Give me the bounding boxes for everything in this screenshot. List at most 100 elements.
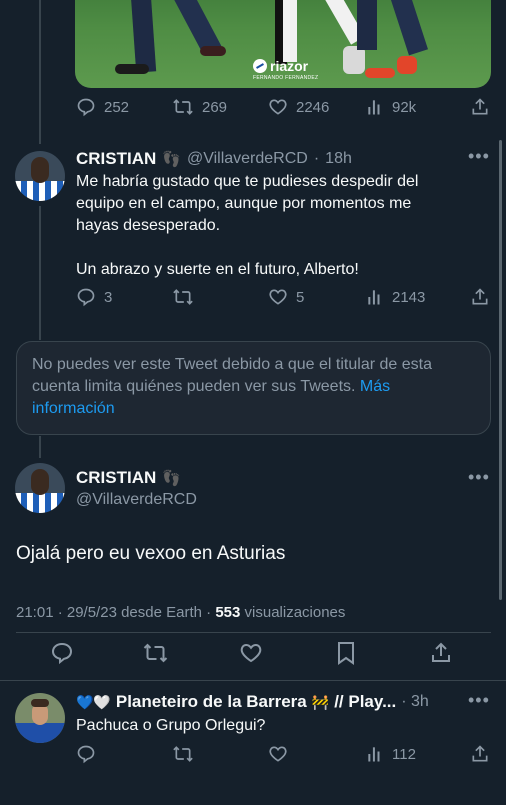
reply-icon xyxy=(76,97,96,117)
author-handle[interactable]: @VillaverdeRCD xyxy=(187,150,308,168)
more-icon[interactable]: ••• xyxy=(468,146,490,167)
author-name[interactable]: Planeteiro de la Barrera xyxy=(116,692,307,712)
thread-line xyxy=(39,0,41,144)
tweet-meta: 21:01 · 29/5/23 desde Earth · 553 visual… xyxy=(16,604,345,621)
like-button[interactable]: 5 xyxy=(268,287,304,307)
views-icon xyxy=(366,97,384,117)
reply2-header: 💙🤍 Planeteiro de la Barrera 🚧 // Play...… xyxy=(76,691,429,713)
avatar[interactable] xyxy=(15,151,65,201)
player-shoe xyxy=(200,46,226,56)
like-count: 2246 xyxy=(296,98,330,116)
like-icon xyxy=(268,744,288,764)
retweet-button[interactable]: 269 xyxy=(172,97,227,117)
views-button[interactable]: 92k xyxy=(366,97,416,117)
main-tweet-text: Ojalá pero eu vexoo en Asturias xyxy=(16,543,286,564)
like-button[interactable] xyxy=(239,641,263,665)
like-button[interactable]: 2246 xyxy=(268,97,329,117)
tweet1-action-bar: 252 269 2246 92k xyxy=(76,97,490,121)
riazor-logo-icon xyxy=(253,59,267,73)
retweet-count: 269 xyxy=(202,98,228,116)
views-count: 553 xyxy=(215,604,241,621)
share-button[interactable] xyxy=(470,287,490,307)
share-button[interactable] xyxy=(429,641,453,665)
player-figure xyxy=(357,0,377,50)
reply-icon xyxy=(76,287,96,307)
more-icon[interactable]: ••• xyxy=(468,690,490,711)
more-icon[interactable]: ••• xyxy=(468,467,490,488)
views-icon xyxy=(366,744,384,764)
player-figure xyxy=(283,0,297,62)
like-count: 5 xyxy=(296,288,305,306)
reply-button[interactable] xyxy=(76,744,96,764)
author-name-suffix[interactable]: // Play... xyxy=(334,692,396,712)
like-icon xyxy=(239,641,263,665)
like-icon xyxy=(268,97,288,117)
watermark-credit: FERNANDO FERNANDEZ xyxy=(253,75,319,81)
reply-count: 3 xyxy=(104,288,113,306)
share-icon xyxy=(470,744,490,764)
share-icon xyxy=(429,641,453,665)
scrollbar[interactable] xyxy=(499,140,502,600)
views-button[interactable]: 2143 xyxy=(366,287,425,307)
tweet-timestamp[interactable]: 21:01 · 29/5/23 desde Earth · xyxy=(16,604,211,621)
reply1-header: CRISTIAN 👣 @VillaverdeRCD · 18h xyxy=(76,149,352,169)
views-label: visualizaciones xyxy=(244,604,346,621)
reply-icon xyxy=(50,641,74,665)
tweet-text: Me habría gustado que te pudieses desped… xyxy=(76,173,419,234)
reply-button[interactable] xyxy=(50,641,74,665)
avatar[interactable] xyxy=(15,463,65,513)
name-emoji: 🚧 xyxy=(311,693,330,710)
author-handle[interactable]: @VillaverdeRCD xyxy=(76,491,197,509)
share-button[interactable] xyxy=(470,744,490,764)
share-icon xyxy=(470,287,490,307)
player-figure xyxy=(129,0,157,73)
views-count: 112 xyxy=(392,745,416,763)
main-tweet-header: CRISTIAN 👣 @VillaverdeRCD xyxy=(76,468,197,509)
reply-button[interactable]: 3 xyxy=(76,287,112,307)
retweet-icon xyxy=(142,641,169,665)
player-shoe xyxy=(115,64,149,74)
views-count: 92k xyxy=(392,98,417,116)
reply2-action-bar: 112 xyxy=(76,744,490,768)
reply1-action-bar: 3 5 2143 xyxy=(76,287,490,311)
tweet-text: Pachuca o Grupo Orlegui? xyxy=(76,717,266,734)
main-tweet-action-bar xyxy=(16,633,491,673)
share-button[interactable] xyxy=(470,97,490,117)
name-emoji: 💙🤍 xyxy=(76,693,111,710)
share-icon xyxy=(470,97,490,117)
tweet-time[interactable]: 18h xyxy=(325,150,352,168)
author-name[interactable]: CRISTIAN xyxy=(76,468,156,488)
retweet-button[interactable] xyxy=(142,641,169,665)
watermark: riazor FERNANDO FERNANDEZ xyxy=(253,58,323,81)
thread-line xyxy=(39,436,41,458)
retweet-icon xyxy=(172,97,194,117)
views-count: 2143 xyxy=(392,288,426,306)
restricted-tweet-notice: No puedes ver este Tweet debido a que el… xyxy=(16,341,491,435)
bookmark-icon xyxy=(335,641,357,665)
reply-icon xyxy=(76,744,96,764)
reply-count: 252 xyxy=(104,98,130,116)
tweet-text: Un abrazo y suerte en el futuro, Alberto… xyxy=(76,261,359,278)
retweet-icon xyxy=(172,744,194,764)
views-icon xyxy=(366,287,384,307)
tweet-time[interactable]: · 3h xyxy=(401,693,429,711)
player-figure xyxy=(385,0,428,56)
views-button[interactable]: 112 xyxy=(366,744,416,764)
player-shoe xyxy=(397,56,417,74)
reply-button[interactable]: 252 xyxy=(76,97,129,117)
name-emoji: 👣 xyxy=(162,470,181,487)
author-name[interactable]: CRISTIAN xyxy=(76,149,156,169)
player-shoe xyxy=(365,68,395,78)
thread-line xyxy=(39,206,41,340)
avatar[interactable] xyxy=(15,693,65,743)
retweet-button[interactable] xyxy=(172,287,194,307)
tweet-media-image[interactable]: riazor FERNANDO FERNANDEZ xyxy=(75,0,491,88)
watermark-brand: riazor xyxy=(270,58,309,74)
bookmark-button[interactable] xyxy=(335,641,357,665)
like-icon xyxy=(268,287,288,307)
divider xyxy=(0,680,506,681)
like-button[interactable] xyxy=(268,744,288,764)
player-shoe xyxy=(343,46,365,74)
retweet-button[interactable] xyxy=(172,744,194,764)
name-emoji: 👣 xyxy=(162,151,181,168)
